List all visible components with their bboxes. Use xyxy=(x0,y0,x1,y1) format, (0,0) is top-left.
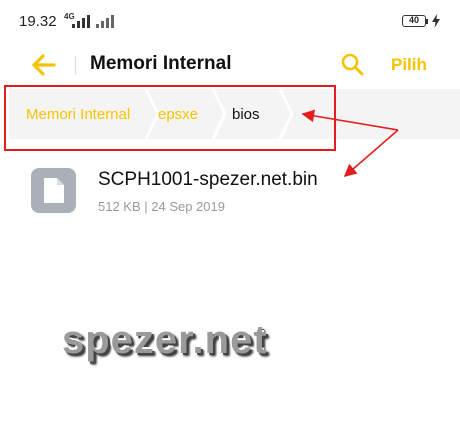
arrow-left-icon xyxy=(32,54,56,76)
file-row[interactable]: SCPH1001-spezer.net.bin 512 KB | 24 Sep … xyxy=(0,158,460,222)
status-time: 19.32 xyxy=(19,13,57,30)
battery-icon: 40 xyxy=(402,15,426,27)
signal-icon-2 xyxy=(96,15,114,28)
file-name: SCPH1001-spezer.net.bin xyxy=(98,169,318,190)
select-button[interactable]: Pilih xyxy=(391,55,427,75)
search-icon xyxy=(341,53,364,76)
watermark-text: spezer.net xyxy=(62,318,268,362)
document-icon xyxy=(44,178,64,203)
file-meta: 512 KB | 24 Sep 2019 xyxy=(98,199,225,214)
annotation-box xyxy=(4,85,336,151)
network-label: 4G xyxy=(64,12,75,21)
battery-level: 40 xyxy=(408,15,419,25)
header-divider xyxy=(75,56,76,74)
search-button[interactable] xyxy=(340,52,364,76)
battery-tip xyxy=(426,19,428,24)
file-icon-tile xyxy=(31,168,76,213)
app-bar: Memori Internal Pilih xyxy=(0,40,460,90)
page-title: Memori Internal xyxy=(90,53,232,74)
charging-icon xyxy=(432,14,440,28)
back-button[interactable] xyxy=(30,52,58,78)
status-bar: 19.32 4G 40 xyxy=(0,0,460,36)
